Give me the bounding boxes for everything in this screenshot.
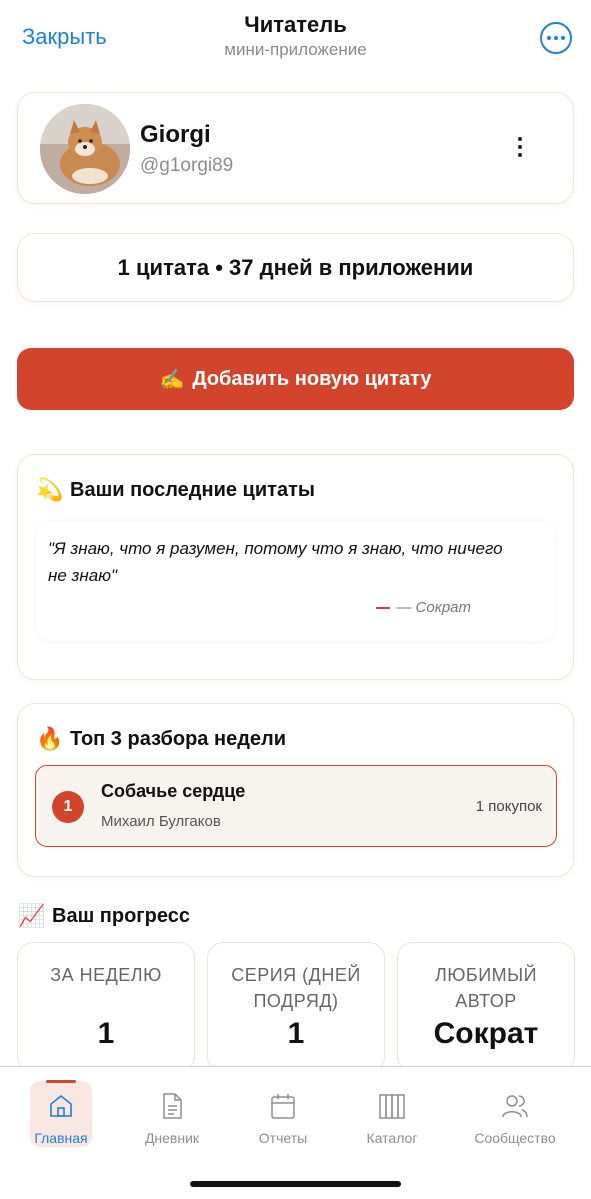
top3-header: 🔥 Топ 3 разбора недели: [36, 726, 286, 752]
progress-card-streak: СЕРИЯ (ДНЕЙ ПОДРЯД) 1: [207, 942, 385, 1072]
top3-card: 🔥 Топ 3 разбора недели 1 Собачье сердце …: [17, 703, 574, 877]
tab-home[interactable]: Главная: [30, 1081, 92, 1147]
profile-handle: @g1orgi89: [140, 155, 234, 176]
progress-title: Ваш прогресс: [52, 904, 190, 927]
kebab-menu-icon[interactable]: [518, 137, 522, 157]
tab-label: Каталог: [366, 1130, 418, 1146]
more-horizontal-circle-icon[interactable]: [540, 22, 572, 54]
active-tab-indicator: [46, 1080, 76, 1083]
chart-increasing-icon: 📈: [18, 903, 46, 928]
stats-card: 1 цитата • 37 дней в приложении: [17, 233, 574, 302]
quote-item[interactable]: "Я знаю, что я разумен, потому что я зна…: [36, 521, 555, 641]
tab-label: Отчеты: [258, 1130, 308, 1146]
accent-dash: [376, 606, 391, 609]
add-quote-button[interactable]: ✍️ Добавить новую цитату: [17, 348, 574, 410]
stats-summary: 1 цитата • 37 дней в приложении: [117, 254, 474, 280]
header: Закрыть Читатель мини-приложение: [0, 0, 591, 76]
home-icon: [50, 1094, 72, 1117]
avatar[interactable]: [40, 104, 130, 194]
recent-quotes-header: 💫 Ваши последние цитаты: [36, 477, 315, 503]
rank-badge: 1: [52, 791, 84, 823]
purchase-count: 1 покупок: [475, 798, 542, 815]
dizzy-star-icon: 💫: [36, 477, 64, 502]
tab-label: Главная: [34, 1130, 88, 1146]
progress-value: 1: [97, 1017, 115, 1050]
calendar-icon: [271, 1094, 295, 1119]
progress-card-week: ЗА НЕДЕЛЮ 1: [17, 942, 195, 1072]
add-quote-label: Добавить новую цитату: [192, 367, 432, 390]
tab-label: Дневник: [144, 1130, 200, 1146]
books-icon: [379, 1094, 405, 1119]
top3-item[interactable]: 1 Собачье сердце Михаил Булгаков 1 покуп…: [35, 765, 557, 847]
progress-card-author: ЛЮБИМЫЙ АВТОР Сократ: [397, 942, 575, 1072]
book-title: Собачье сердце: [101, 781, 246, 801]
fire-icon: 🔥: [36, 726, 64, 751]
app-title: Читатель: [244, 12, 347, 37]
tab-reports[interactable]: Отчеты: [228, 1081, 338, 1147]
progress-value: Сократ: [433, 1017, 539, 1050]
profile-card: Giorgi @g1orgi89: [17, 92, 574, 204]
users-icon: [502, 1095, 528, 1118]
progress-header: 📈 Ваш прогресс: [18, 903, 190, 929]
progress-label: ЛЮБИМЫЙ АВТОР: [434, 965, 538, 1011]
book-author: Михаил Булгаков: [101, 813, 221, 830]
progress-label: ЗА НЕДЕЛЮ: [50, 965, 162, 985]
home-indicator[interactable]: [190, 1181, 401, 1187]
bottom-tab-bar: Главная Дневник Отчеты Каталог Сообществ…: [0, 1066, 591, 1199]
recent-quotes-title: Ваши последние цитаты: [70, 478, 315, 501]
recent-quotes-card: 💫 Ваши последние цитаты "Я знаю, что я р…: [17, 454, 574, 680]
title-block: Читатель мини-приложение: [0, 12, 591, 60]
app-subtitle: мини-приложение: [224, 40, 367, 59]
writing-hand-icon: ✍️: [159, 368, 185, 391]
profile-name: Giorgi: [140, 121, 211, 148]
tab-label: Сообщество: [474, 1130, 556, 1146]
quote-text: "Я знаю, что я разумен, потому что я зна…: [48, 539, 503, 585]
tab-community[interactable]: Сообщество: [460, 1081, 570, 1147]
tab-catalog[interactable]: Каталог: [337, 1081, 447, 1147]
quote-author: — Сократ: [376, 599, 471, 616]
top3-title: Топ 3 разбора недели: [70, 727, 287, 750]
tab-diary[interactable]: Дневник: [117, 1081, 227, 1147]
quote-author-name: — Сократ: [396, 599, 471, 616]
progress-value: 1: [287, 1017, 305, 1050]
document-icon: [163, 1093, 182, 1119]
progress-label: СЕРИЯ (ДНЕЙ ПОДРЯД): [231, 965, 361, 1011]
